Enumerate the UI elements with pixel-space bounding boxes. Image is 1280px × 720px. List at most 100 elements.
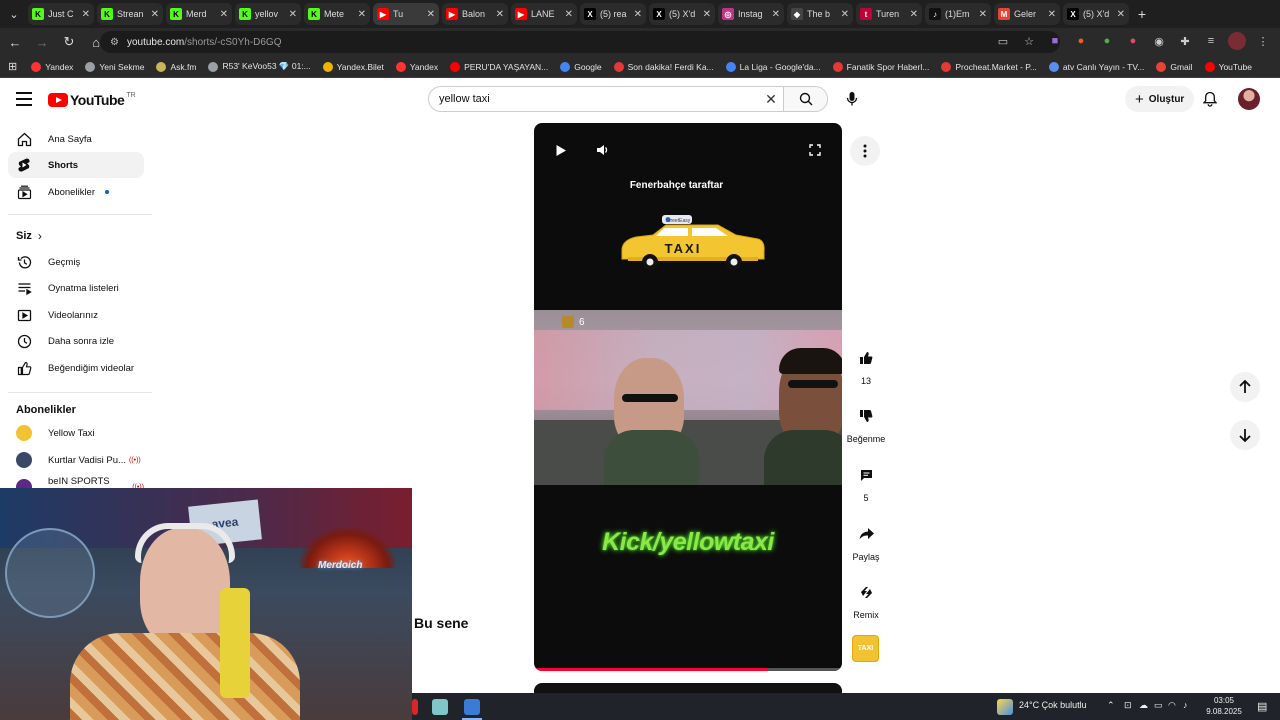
tab-close-icon[interactable]: ✕	[703, 9, 711, 20]
volume-icon[interactable]	[592, 140, 612, 160]
tab-close-icon[interactable]: ✕	[427, 9, 435, 20]
sidebar-you-header[interactable]: Siz ›	[16, 229, 42, 243]
youtube-logo[interactable]: YouTube TR	[48, 92, 136, 108]
tab-close-icon[interactable]: ✕	[220, 9, 228, 20]
tab-close-icon[interactable]: ✕	[1117, 9, 1125, 20]
browser-tab[interactable]: K Strean ✕	[97, 3, 163, 25]
sidebar-item-history[interactable]: Geçmiş	[8, 249, 144, 275]
progress-bar[interactable]	[534, 668, 842, 671]
bookmark-item[interactable]: atv Canlı Yayın - TV...	[1048, 61, 1144, 72]
sidebar-item-your-videos[interactable]: Videolarınız	[8, 302, 144, 328]
bookmark-item[interactable]: Ask.fm	[156, 61, 196, 72]
bookmark-item[interactable]: PERU'DA YAŞAYAN...	[450, 61, 548, 72]
sidebar-item-shorts[interactable]: Shorts	[8, 152, 144, 178]
extensions-puzzle-icon[interactable]: ✚	[1176, 32, 1194, 50]
extension-icon[interactable]: ■	[1046, 32, 1064, 50]
tray-drive-icon[interactable]: ▭	[1154, 700, 1163, 711]
tab-close-icon[interactable]: ✕	[979, 9, 987, 20]
forward-icon[interactable]: →	[30, 30, 54, 54]
tab-close-icon[interactable]: ✕	[496, 9, 504, 20]
tray-cloud-icon[interactable]: ☁	[1139, 700, 1148, 711]
browser-tab[interactable]: Kyellov ✕	[235, 3, 301, 25]
voice-search-icon[interactable]	[840, 87, 864, 111]
tab-close-icon[interactable]: ✕	[82, 9, 90, 20]
tab-close-icon[interactable]: ✕	[634, 9, 642, 20]
remix-button[interactable]: Remix	[846, 578, 886, 620]
address-bar[interactable]: ⚙ youtube.com/shorts/-cS0Yh-D6GQ	[100, 31, 1060, 53]
browser-tab[interactable]: X (5) X'd ✕	[649, 3, 715, 25]
browser-menu-icon[interactable]: ⋮	[1254, 32, 1272, 50]
tab-close-icon[interactable]: ✕	[151, 9, 159, 20]
bookmark-item[interactable]: Yandex	[395, 61, 438, 72]
bookmark-item[interactable]: La Liga - Google'da...	[725, 61, 821, 72]
tab-close-icon[interactable]: ✕	[841, 9, 849, 20]
browser-tab[interactable]: ◆ The b ✕	[787, 3, 853, 25]
browser-tab[interactable]: ▶ Tu ✕	[373, 3, 439, 25]
clear-search-icon[interactable]: ✕	[759, 91, 783, 108]
sidebar-channel[interactable]: Kurtlar Vadisi Pu... ((•))	[8, 447, 144, 473]
weather-text[interactable]: 24°C Çok bulutlu	[1019, 700, 1087, 710]
site-info-icon[interactable]: ⚙	[110, 37, 119, 48]
previous-short-button[interactable]	[1230, 372, 1260, 402]
weather-icon[interactable]	[997, 699, 1013, 715]
more-options-icon[interactable]	[850, 136, 880, 166]
bookmark-item[interactable]: Yandex.Bilet	[322, 61, 384, 72]
browser-tab[interactable]: K Merd ✕	[166, 3, 232, 25]
tray-network-icon[interactable]: ⊡	[1124, 700, 1132, 711]
browser-tab[interactable]: M Geler ✕	[994, 3, 1060, 25]
browser-tab[interactable]: K Mete ✕	[304, 3, 370, 25]
apps-icon[interactable]: ⊞	[8, 60, 17, 73]
bookmark-item[interactable]: Yandex	[31, 61, 73, 72]
new-tab-icon[interactable]: +	[1132, 4, 1152, 24]
media-control-icon[interactable]: ≡	[1202, 32, 1220, 50]
browser-tab[interactable]: X (5) rea ✕	[580, 3, 646, 25]
sidebar-item-liked[interactable]: Beğendiğim videolar	[8, 355, 144, 381]
sidebar-item-home[interactable]: Ana Sayfa	[8, 126, 144, 152]
profile-icon[interactable]	[1228, 32, 1246, 50]
channel-thumbnail[interactable]: TAXI	[852, 635, 879, 662]
tab-close-icon[interactable]: ✕	[565, 9, 573, 20]
account-avatar[interactable]	[1238, 88, 1260, 110]
tab-close-icon[interactable]: ✕	[1048, 9, 1056, 20]
sidebar-item-watch-later[interactable]: Daha sonra izle	[8, 328, 144, 354]
comments-button[interactable]: 5	[846, 461, 886, 503]
search-button[interactable]	[783, 87, 827, 111]
browser-tab[interactable]: X (5) X'd ✕	[1063, 3, 1129, 25]
search-input[interactable]	[429, 87, 759, 111]
browser-tab[interactable]: ♪ (1)Em ✕	[925, 3, 991, 25]
bookmark-item[interactable]: Procheat.Market - P...	[941, 61, 1037, 72]
bookmark-item[interactable]: Yeni Sekme	[85, 61, 144, 72]
notifications-icon[interactable]: ▤	[1257, 700, 1267, 713]
bookmark-item[interactable]: Son dakika! Ferdi Ka...	[613, 61, 714, 72]
shorts-player[interactable]: Fenerbahçe taraftar StreetEasy TAXI 6 Ki…	[534, 123, 842, 671]
play-icon[interactable]	[551, 140, 571, 160]
bookmark-star-icon[interactable]: ☆	[1020, 32, 1038, 50]
fullscreen-icon[interactable]	[805, 140, 825, 160]
steam-icon[interactable]	[464, 699, 480, 715]
share-button[interactable]: Paylaş	[846, 520, 886, 562]
dislike-button[interactable]: Beğenme	[844, 402, 888, 444]
tray-wifi-icon[interactable]: ◠	[1168, 700, 1176, 711]
tray-chevron-icon[interactable]: ⌃	[1107, 700, 1115, 711]
browser-tab[interactable]: ▶ Balon ✕	[442, 3, 508, 25]
bookmark-item[interactable]: Google	[560, 61, 602, 72]
create-button[interactable]: + Oluştur	[1125, 86, 1195, 112]
like-button[interactable]: 13	[846, 344, 886, 386]
tab-close-icon[interactable]: ✕	[910, 9, 918, 20]
bookmark-item[interactable]: Fanatik Spor Haberl...	[832, 61, 929, 72]
tab-close-icon[interactable]: ✕	[358, 9, 366, 20]
extension-icon[interactable]: ●	[1124, 32, 1142, 50]
guide-menu-icon[interactable]	[16, 92, 32, 106]
tray-volume-icon[interactable]: ♪	[1183, 700, 1188, 710]
cast-icon[interactable]: ▭	[994, 32, 1012, 50]
browser-tab[interactable]: t Turen ✕	[856, 3, 922, 25]
taskbar-app-icon[interactable]	[412, 699, 418, 715]
next-short-button[interactable]	[1230, 420, 1260, 450]
clock[interactable]: 03:05 9.08.2025	[1194, 695, 1254, 717]
extension-icon[interactable]: ◉	[1150, 32, 1168, 50]
back-icon[interactable]: ←	[3, 30, 27, 54]
bookmark-item[interactable]: R53' KeVoo53 💎 01:...	[208, 61, 311, 72]
notifications-bell-icon[interactable]	[1200, 89, 1220, 109]
extension-icon[interactable]: ●	[1098, 32, 1116, 50]
tab-close-icon[interactable]: ✕	[289, 9, 297, 20]
